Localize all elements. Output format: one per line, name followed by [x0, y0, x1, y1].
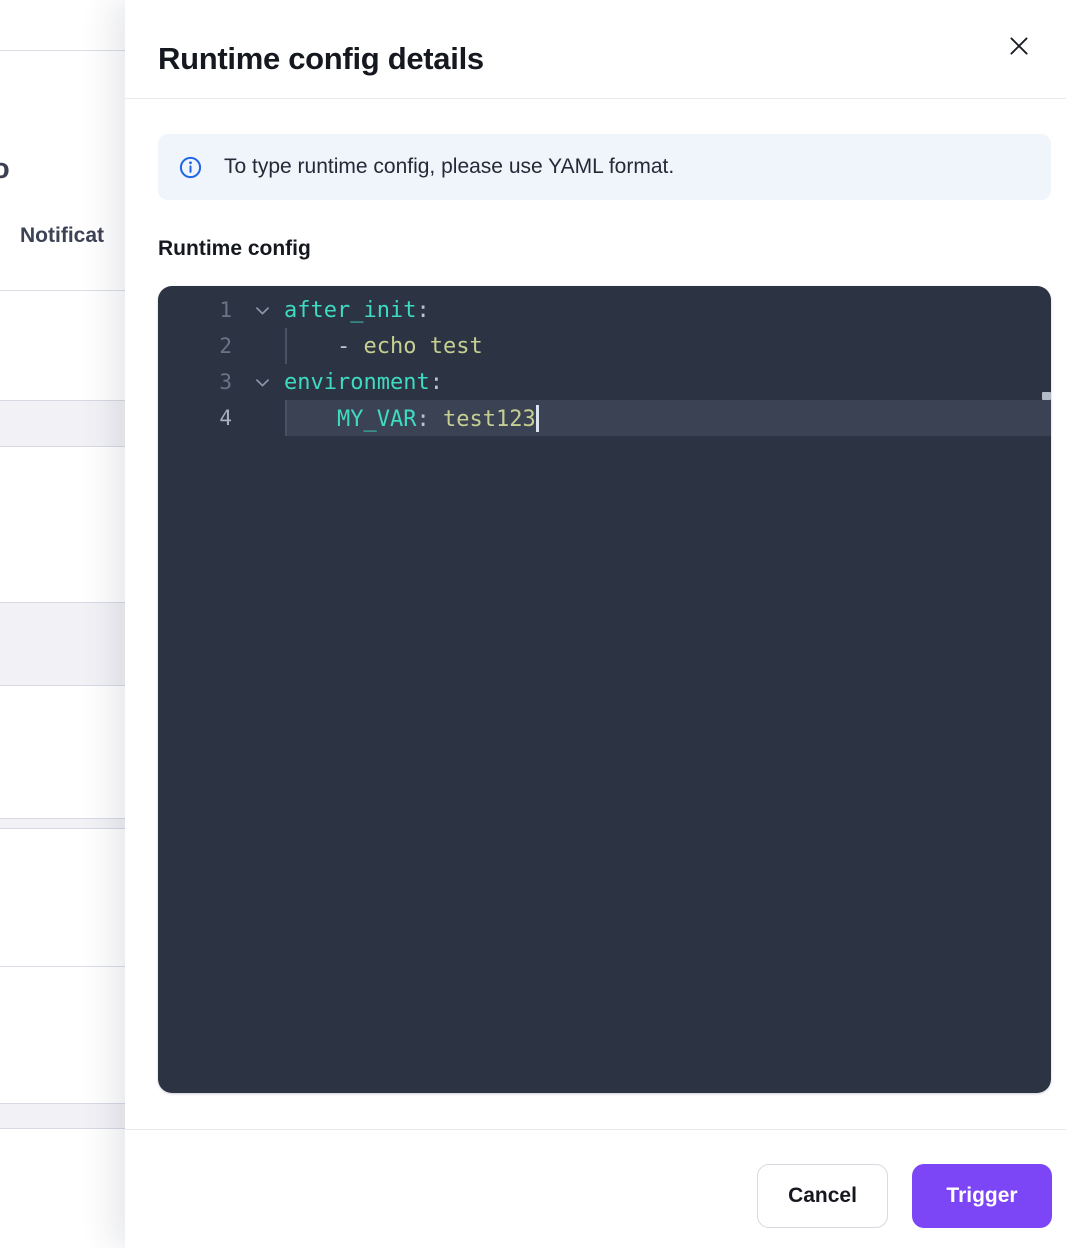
- drawer-header: Runtime config details: [125, 0, 1066, 99]
- line-number: 2: [158, 334, 232, 358]
- table-row-band: [0, 602, 125, 686]
- background-partial-heading: o: [0, 153, 10, 186]
- line-number: 4: [158, 406, 232, 430]
- text-cursor: [536, 405, 539, 432]
- editor-line-2[interactable]: 2 - echo test: [158, 328, 1051, 364]
- fold-chevron-icon[interactable]: [232, 301, 284, 320]
- table-row-band: [0, 400, 125, 447]
- yaml-editor[interactable]: 1 after_init: 2 - echo test 3 environment: 4 …: [158, 286, 1051, 1093]
- table-row-band: [0, 1103, 125, 1129]
- runtime-config-drawer: Runtime config details To type runtime c…: [125, 0, 1066, 1248]
- yaml-editor-lines: 1 after_init: 2 - echo test 3 environment: 4 …: [158, 292, 1051, 436]
- drawer-title: Runtime config details: [158, 41, 484, 77]
- background-divider: [0, 290, 125, 291]
- editor-line-3[interactable]: 3 environment:: [158, 364, 1051, 400]
- close-button[interactable]: [1005, 32, 1033, 60]
- info-banner-text: To type runtime config, please use YAML …: [224, 155, 674, 179]
- editor-line-4[interactable]: 4 MY_VAR: test123: [158, 400, 1051, 436]
- x-icon: [1006, 33, 1032, 59]
- cancel-button[interactable]: Cancel: [757, 1164, 888, 1228]
- line-number: 3: [158, 370, 232, 394]
- fold-chevron-icon[interactable]: [232, 373, 284, 392]
- code-text: environment:: [284, 370, 443, 395]
- code-text: after_init:: [284, 298, 430, 323]
- background-page: o Notificat: [0, 0, 125, 1248]
- code-text: - echo test: [284, 334, 483, 359]
- editor-line-1[interactable]: 1 after_init:: [158, 292, 1051, 328]
- table-row-band: [0, 818, 125, 829]
- runtime-config-label: Runtime config: [158, 237, 311, 261]
- drawer-footer: Cancel Trigger: [125, 1129, 1066, 1248]
- info-circle-icon: [179, 156, 202, 179]
- tab-notifications[interactable]: Notificat: [20, 224, 104, 248]
- line-number: 1: [158, 298, 232, 322]
- info-banner: To type runtime config, please use YAML …: [158, 134, 1051, 200]
- overview-ruler-cursor-marker: [1042, 392, 1051, 400]
- background-divider: [0, 50, 125, 51]
- background-divider: [0, 966, 125, 967]
- code-text: MY_VAR: test123: [284, 405, 539, 432]
- trigger-button[interactable]: Trigger: [912, 1164, 1052, 1228]
- drawer-body: To type runtime config, please use YAML …: [125, 99, 1066, 1129]
